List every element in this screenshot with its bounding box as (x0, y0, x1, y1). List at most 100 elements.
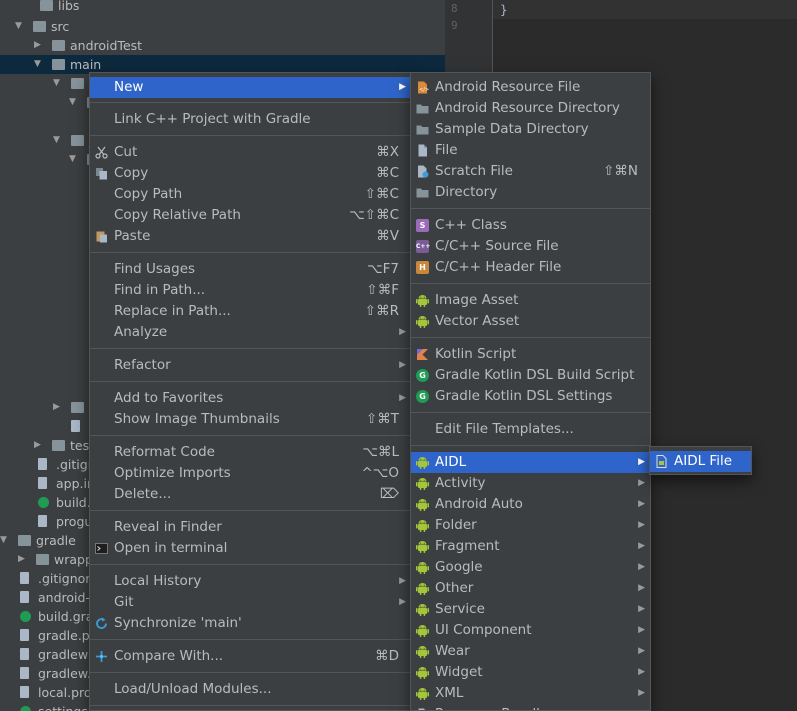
menu-item-wear[interactable]: Wear ▶ (411, 641, 650, 662)
folder-icon (416, 102, 429, 115)
menu-item-copy-relative-path[interactable]: Copy Relative Path ⌥⇧⌘C (90, 205, 411, 226)
shortcut-label: ⌘V (376, 228, 399, 244)
menu-separator (411, 445, 650, 446)
menu-item-ui-component[interactable]: UI Component ▶ (411, 620, 650, 641)
menu-item-directory[interactable]: Directory (411, 182, 650, 203)
submenu-arrow-icon: ▶ (399, 360, 406, 370)
file-icon (20, 667, 29, 679)
menu-item-find-usages[interactable]: Find Usages ⌥F7 (90, 259, 411, 280)
menu-item-android-auto[interactable]: Android Auto ▶ (411, 494, 650, 515)
submenu-arrow-icon: ▶ (399, 82, 406, 92)
menu-item-fragment[interactable]: Fragment ▶ (411, 536, 650, 557)
menu-item-synchronize[interactable]: Synchronize 'main' (90, 613, 411, 634)
menu-item-open-in-terminal[interactable]: Open in terminal (90, 538, 411, 559)
terminal-icon (95, 542, 108, 555)
chevron-down-icon[interactable]: ▼ (69, 93, 76, 112)
menu-item-gradle-kotlin-dsl-settings[interactable]: G Gradle Kotlin DSL Settings (411, 386, 650, 407)
menu-item-android-resource-file[interactable]: </> Android Resource File (411, 77, 650, 98)
menu-item-copy-path[interactable]: Copy Path ⇧⌘C (90, 184, 411, 205)
chevron-down-icon[interactable]: ▼ (0, 531, 7, 550)
menu-item-kotlin-script[interactable]: Kotlin Script (411, 344, 650, 365)
menu-item-image-asset[interactable]: Image Asset (411, 290, 650, 311)
menu-item-label: Copy Relative Path (114, 207, 241, 223)
menu-item-compare-with[interactable]: Compare With... ⌘D (90, 646, 411, 667)
menu-item-sample-data-directory[interactable]: Sample Data Directory (411, 119, 650, 140)
menu-separator (90, 102, 411, 103)
menu-item-aidl-file[interactable]: AIDL File (650, 451, 751, 472)
menu-item-edit-file-templates[interactable]: Edit File Templates... (411, 419, 650, 440)
menu-item-resource-bundle[interactable]: Resource Bundle (411, 704, 650, 710)
chevron-right-icon[interactable]: ▶ (34, 436, 41, 455)
submenu-arrow-icon: ▶ (638, 688, 645, 698)
menu-item-replace-in-path[interactable]: Replace in Path... ⇧⌘R (90, 301, 411, 322)
menu-item-cpp-header-file[interactable]: H C/C++ Header File (411, 257, 650, 278)
menu-item-android-resource-directory[interactable]: Android Resource Directory (411, 98, 650, 119)
submenu-arrow-icon: ▶ (638, 625, 645, 635)
tree-node[interactable]: ▶ androidTest (0, 36, 445, 55)
shortcut-label: ⇧⌘N (603, 163, 638, 179)
cpp-source-icon: C++ (416, 240, 430, 253)
tree-node-label: androidTest (70, 38, 143, 53)
shortcut-label: ⇧⌘F (366, 282, 399, 298)
menu-item-google[interactable]: Google ▶ (411, 557, 650, 578)
menu-item-activity[interactable]: Activity ▶ (411, 473, 650, 494)
code-line[interactable]: } (500, 2, 508, 17)
tree-node[interactable]: libs (0, 0, 445, 15)
tree-node[interactable]: ▼ src (0, 17, 445, 36)
menu-item-folder[interactable]: Folder ▶ (411, 515, 650, 536)
menu-item-add-to-favorites[interactable]: Add to Favorites ▶ (90, 388, 411, 409)
menu-item-label: Edit File Templates... (435, 421, 574, 437)
menu-item-cpp-source-file[interactable]: C++ C/C++ Source File (411, 236, 650, 257)
file-icon (20, 686, 29, 698)
menu-item-label: Compare With... (114, 648, 224, 664)
submenu-arrow-icon: ▶ (638, 667, 645, 677)
aidl-submenu: AIDL File (649, 446, 752, 475)
file-icon (38, 515, 47, 527)
menu-item-reveal-in-finder[interactable]: Reveal in Finder (90, 517, 411, 538)
menu-item-refactor[interactable]: Refactor ▶ (90, 355, 411, 376)
menu-item-service[interactable]: Service ▶ (411, 599, 650, 620)
menu-item-load-unload-modules[interactable]: Load/Unload Modules... (90, 679, 411, 700)
chevron-right-icon[interactable]: ▶ (18, 550, 25, 569)
folder-icon (71, 402, 84, 413)
menu-item-label: Copy (114, 165, 149, 181)
menu-item-link-cpp[interactable]: Link C++ Project with Gradle (90, 109, 411, 130)
menu-item-label: Sample Data Directory (435, 121, 589, 137)
menu-item-other[interactable]: Other ▶ (411, 578, 650, 599)
menu-item-local-history[interactable]: Local History ▶ (90, 571, 411, 592)
menu-item-reformat-code[interactable]: Reformat Code ⌥⌘L (90, 442, 411, 463)
android-icon (416, 477, 429, 490)
menu-item-aidl[interactable]: AIDL ▶ (411, 452, 650, 473)
menu-item-git[interactable]: Git ▶ (90, 592, 411, 613)
menu-item-cpp-class[interactable]: S C++ Class (411, 215, 650, 236)
chevron-right-icon[interactable]: ▶ (53, 398, 60, 417)
menu-item-scratch-file[interactable]: Scratch File ⇧⌘N (411, 161, 650, 182)
menu-item-label: Copy Path (114, 186, 183, 202)
folder-icon (52, 59, 65, 70)
menu-item-delete[interactable]: Delete... ⌦ (90, 484, 411, 505)
menu-item-gradle-kotlin-dsl-build-script[interactable]: G Gradle Kotlin DSL Build Script (411, 365, 650, 386)
submenu-arrow-icon: ▶ (399, 393, 406, 403)
menu-item-optimize-imports[interactable]: Optimize Imports ^⌥O (90, 463, 411, 484)
menu-item-new[interactable]: New ▶ (90, 77, 411, 98)
menu-item-show-image-thumbnails[interactable]: Show Image Thumbnails ⇧⌘T (90, 409, 411, 430)
menu-item-cut[interactable]: Cut ⌘X (90, 142, 411, 163)
file-icon (20, 572, 29, 584)
menu-item-file[interactable]: File (411, 140, 650, 161)
menu-item-analyze[interactable]: Analyze ▶ (90, 322, 411, 343)
chevron-right-icon[interactable]: ▶ (34, 36, 41, 55)
menu-item-xml[interactable]: XML ▶ (411, 683, 650, 704)
menu-item-paste[interactable]: Paste ⌘V (90, 226, 411, 247)
menu-item-find-in-path[interactable]: Find in Path... ⇧⌘F (90, 280, 411, 301)
menu-item-vector-asset[interactable]: Vector Asset (411, 311, 650, 332)
chevron-down-icon[interactable]: ▼ (69, 150, 76, 169)
menu-item-copy[interactable]: Copy ⌘C (90, 163, 411, 184)
menu-item-widget[interactable]: Widget ▶ (411, 662, 650, 683)
menu-item-label: Analyze (114, 324, 168, 340)
chevron-down-icon[interactable]: ▼ (34, 55, 41, 74)
chevron-down-icon[interactable]: ▼ (53, 131, 60, 150)
chevron-down-icon[interactable]: ▼ (53, 74, 60, 93)
menu-separator (90, 564, 411, 565)
kotlin-icon (416, 348, 429, 361)
chevron-down-icon[interactable]: ▼ (15, 17, 22, 36)
